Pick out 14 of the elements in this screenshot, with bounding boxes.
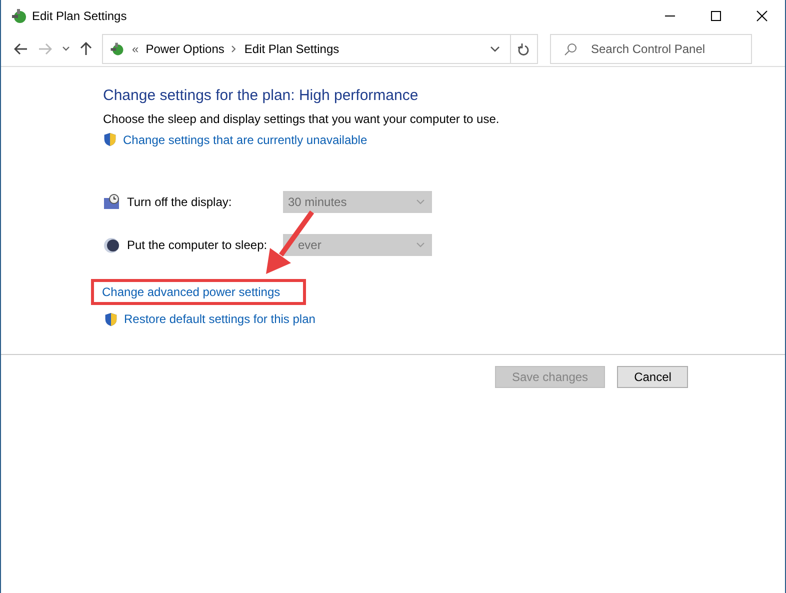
link[interactable]: Change settings that are currently unavailable (123, 132, 368, 146)
description-text: Choose the sleep and display settings that you want your computer to use. (103, 112, 500, 126)
setting-label: Turn off the display: (127, 195, 233, 209)
address-bar[interactable]: « Power Options Edit Plan Settings (102, 34, 510, 64)
dialog-button[interactable]: Cancel (617, 366, 688, 388)
breadcrumb[interactable]: Power Options (146, 42, 224, 56)
link[interactable]: Change advanced power settings (94, 282, 304, 302)
overflow-chevrons[interactable]: « (132, 42, 139, 56)
search-field[interactable]: Search Control Panel (550, 34, 752, 64)
page-heading: Change settings for the plan: High performance (103, 87, 420, 104)
link[interactable]: Restore default settings for this plan (124, 312, 316, 326)
window-title: Edit Plan Settings (32, 9, 127, 23)
setting-label: Put the computer to sleep: (127, 238, 268, 252)
breadcrumb[interactable]: Edit Plan Settings (244, 42, 340, 56)
